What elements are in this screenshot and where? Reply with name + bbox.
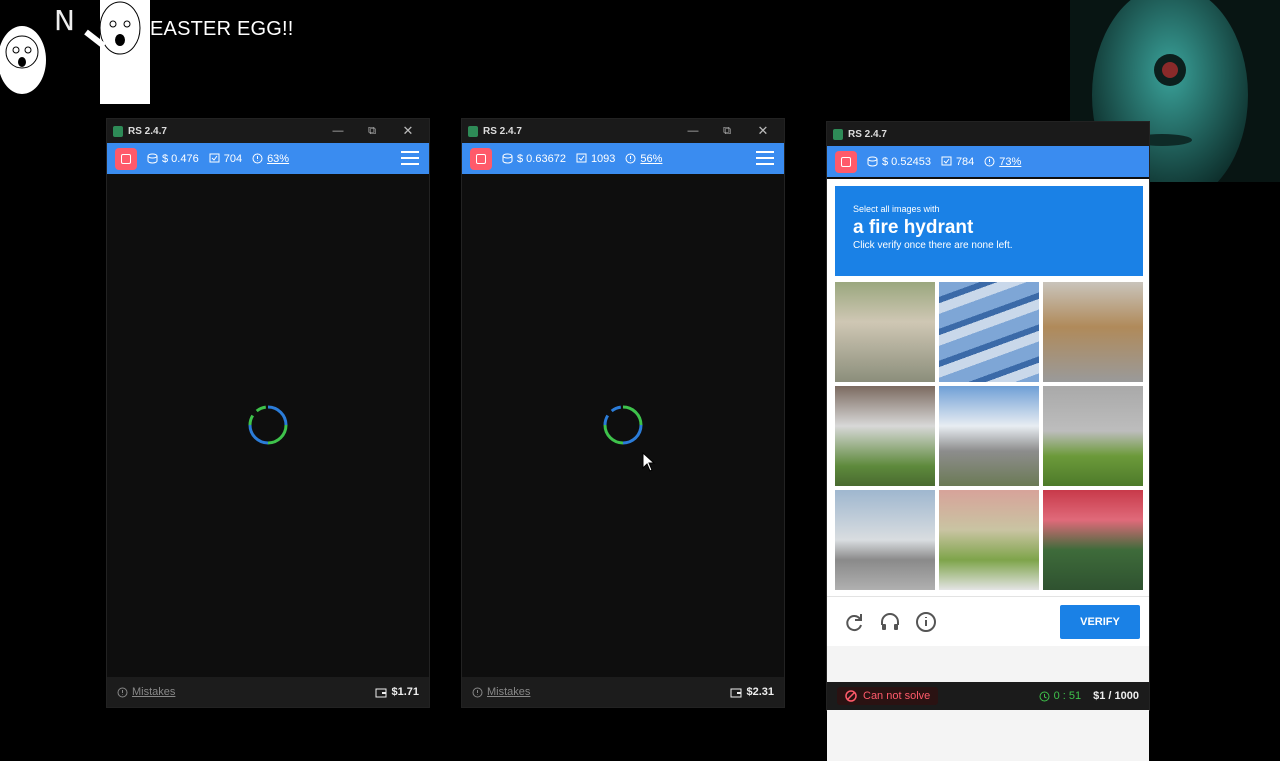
meme-overlay-image [0, 0, 150, 104]
accuracy-rate[interactable]: 56% [625, 153, 662, 165]
footer: Mistakes $2.31 [462, 677, 784, 707]
captcha-tile[interactable] [1043, 282, 1143, 382]
captcha-tile[interactable] [835, 386, 935, 486]
toolbar: $ 0.52453 784 73% [827, 146, 1149, 177]
stop-button[interactable] [470, 147, 492, 170]
app-icon [113, 125, 123, 137]
prompt-target: a fire hydrant [853, 217, 974, 238]
close-icon[interactable]: ✕ [748, 119, 778, 143]
info-icon [472, 687, 483, 697]
captcha-tile[interactable] [835, 282, 935, 382]
restore-icon[interactable]: ⧉ [357, 119, 387, 143]
verify-button[interactable]: VERIFY [1060, 605, 1140, 639]
clock-icon [1039, 691, 1050, 701]
window-title: RS 2.4.7 [483, 125, 522, 137]
wallet-balance: $1.71 [375, 686, 419, 698]
menu-icon[interactable] [401, 151, 419, 165]
stop-button[interactable] [835, 150, 857, 173]
info-icon [117, 687, 128, 697]
close-icon[interactable]: ✕ [393, 119, 423, 143]
accuracy-rate[interactable]: 63% [252, 153, 289, 165]
captcha-tile[interactable] [1043, 490, 1143, 590]
coins-icon [867, 156, 878, 167]
info-icon [625, 153, 636, 164]
timer: 0 : 51 [1039, 690, 1081, 702]
wallet-icon [730, 688, 742, 697]
window-title: RS 2.4.7 [128, 125, 167, 137]
easter-egg-caption: EASTER EGG!! [150, 18, 294, 40]
info-icon [252, 153, 263, 164]
solved-count: 784 [941, 156, 974, 168]
coins-icon [147, 153, 158, 164]
toolbar: $ 0.63672 1093 56% [462, 143, 784, 174]
content-area [462, 174, 784, 677]
info-icon[interactable] [915, 611, 937, 633]
captcha-toolbar: VERIFY [827, 596, 1149, 647]
titlebar: RS 2.4.7 [827, 122, 1149, 146]
titlebar: RS 2.4.7 — ⧉ ✕ [462, 119, 784, 143]
accuracy-rate[interactable]: 73% [984, 156, 1021, 168]
mistakes-link[interactable]: Mistakes [117, 686, 175, 698]
tasks-icon [209, 153, 220, 163]
captcha-image-grid [835, 282, 1143, 590]
footer: Mistakes $1.71 [107, 677, 429, 707]
tasks-icon [576, 153, 587, 163]
app-window-3: RS 2.4.7 $ 0.52453 784 73% Select all im… [826, 121, 1150, 761]
prompt-intro: Select all images with [853, 204, 940, 214]
refresh-icon[interactable] [843, 611, 865, 633]
captcha-tile[interactable] [939, 282, 1039, 382]
titlebar: RS 2.4.7 — ⧉ ✕ [107, 119, 429, 143]
wallet-icon [375, 688, 387, 697]
captcha-challenge: Select all images with a fire hydrant Cl… [827, 179, 1149, 761]
captcha-prompt: Select all images with a fire hydrant Cl… [835, 186, 1143, 276]
window-title: RS 2.4.7 [848, 128, 887, 140]
captcha-tile[interactable] [835, 490, 935, 590]
balance: $ 0.52453 [867, 156, 931, 168]
block-icon [845, 690, 857, 702]
info-icon [984, 156, 995, 167]
toolbar: $ 0.476 704 63% [107, 143, 429, 174]
minimize-icon[interactable]: — [678, 119, 708, 143]
app-icon [468, 125, 478, 137]
restore-icon[interactable]: ⧉ [712, 119, 742, 143]
app-icon [833, 128, 843, 140]
solved-count: 704 [209, 153, 242, 165]
loading-spinner-icon [248, 405, 288, 445]
captcha-tile[interactable] [939, 490, 1039, 590]
mistakes-link[interactable]: Mistakes [472, 686, 530, 698]
menu-icon[interactable] [756, 151, 774, 165]
minimize-icon[interactable]: — [323, 119, 353, 143]
captcha-tile[interactable] [1043, 386, 1143, 486]
solved-count: 1093 [576, 153, 615, 165]
stop-button[interactable] [115, 147, 137, 170]
rate-label: $1 / 1000 [1093, 690, 1139, 702]
cannot-solve-button[interactable]: Can not solve [837, 687, 939, 705]
content-area [107, 174, 429, 677]
balance: $ 0.63672 [502, 153, 566, 165]
meme-letter: N [54, 4, 75, 37]
loading-spinner-icon [603, 405, 643, 445]
app-window-1: RS 2.4.7 — ⧉ ✕ $ 0.476 704 63% Mistakes … [106, 118, 430, 708]
headphones-icon[interactable] [879, 611, 901, 633]
prompt-instruction: Click verify once there are none left. [853, 240, 1013, 251]
balance: $ 0.476 [147, 153, 199, 165]
footer: Can not solve 0 : 51 $1 / 1000 [827, 682, 1149, 710]
tasks-icon [941, 156, 952, 166]
coins-icon [502, 153, 513, 164]
captcha-tile[interactable] [939, 386, 1039, 486]
wallet-balance: $2.31 [730, 686, 774, 698]
app-window-2: RS 2.4.7 — ⧉ ✕ $ 0.63672 1093 56% Mistak… [461, 118, 785, 708]
mouse-cursor-icon [642, 452, 656, 472]
